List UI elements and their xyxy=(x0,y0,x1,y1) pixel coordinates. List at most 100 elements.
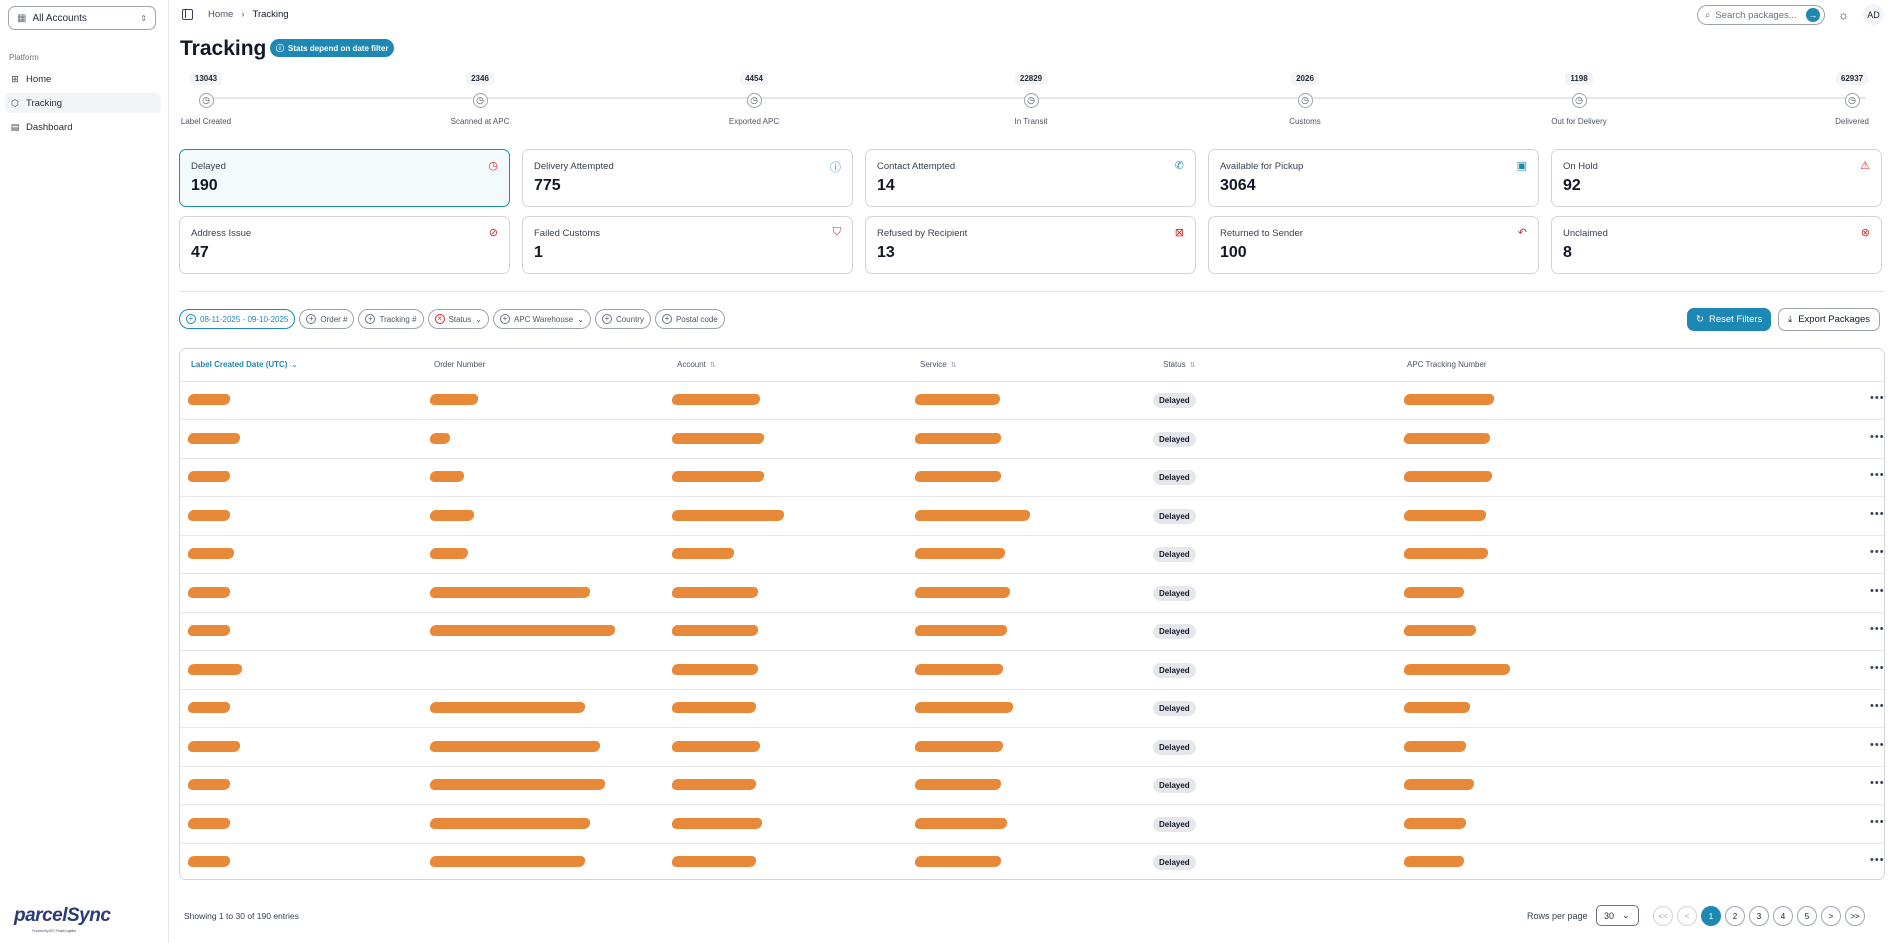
plus-circle-icon: + xyxy=(661,314,672,324)
reset-filters-button[interactable]: ↻ Reset Filters xyxy=(1687,308,1772,331)
row-actions-icon[interactable]: ••• xyxy=(1870,469,1884,481)
row-actions-icon[interactable]: ••• xyxy=(1870,431,1884,443)
table-row[interactable]: Delayed ••• xyxy=(180,459,1884,497)
account-selector[interactable]: ▦ All Accounts ⇕ xyxy=(8,6,156,30)
sidebar-section-label: Platform xyxy=(9,53,39,62)
row-actions-icon[interactable]: ••• xyxy=(1870,739,1884,751)
rows-per-page-select[interactable]: 30 ⌄ xyxy=(1596,905,1639,926)
stat-card-unclaimed[interactable]: Unclaimed 8 ⊗ xyxy=(1551,216,1882,274)
stat-card-label: Address Issue xyxy=(191,228,252,239)
arrow-right-icon[interactable]: → xyxy=(1806,8,1820,22)
timeline-step[interactable]: 1198 ◷ Out for Delivery xyxy=(1529,68,1629,126)
filter-date-range[interactable]: + 08-11-2025 - 09-10-2025 xyxy=(179,309,296,329)
filter-apc-warehouse[interactable]: + APC Warehouse ⌄ xyxy=(492,309,591,329)
column-service[interactable]: Service ⇅ xyxy=(920,360,957,369)
redacted-cell xyxy=(914,471,1002,482)
stat-card-refused-by-recipient[interactable]: Refused by Recipient 13 ⊠ xyxy=(865,216,1196,274)
stat-card-on-hold[interactable]: On Hold 92 ⚠ xyxy=(1551,149,1882,207)
stat-card-label: Returned to Sender xyxy=(1220,228,1303,239)
filter-status[interactable]: × Status ⌄ xyxy=(427,309,489,329)
filter-order-number[interactable]: + Order # xyxy=(299,309,355,329)
table-row[interactable]: Delayed ••• xyxy=(180,767,1884,805)
page-button-4[interactable]: 4 xyxy=(1773,906,1793,926)
table-row[interactable]: Delayed ••• xyxy=(180,652,1884,690)
redacted-cell xyxy=(429,548,469,559)
table-row[interactable]: Delayed ••• xyxy=(180,690,1884,728)
search-icon: ⌕ xyxy=(1705,9,1711,21)
stat-card-failed-customs[interactable]: Failed Customs 1 ⛉ xyxy=(522,216,853,274)
column-status[interactable]: Status ⇅ xyxy=(1163,360,1196,369)
search-input[interactable]: ⌕ Search packages... → xyxy=(1697,5,1825,25)
column-label-created-date[interactable]: Label Created Date (UTC) ⌄ xyxy=(191,360,297,369)
table-row[interactable]: Delayed ••• xyxy=(180,806,1884,844)
next-page-button[interactable]: > xyxy=(1821,906,1841,926)
page-button-2[interactable]: 2 xyxy=(1725,906,1745,926)
stat-card-delayed[interactable]: Delayed 190 ◷ xyxy=(179,149,510,207)
first-page-button[interactable]: << xyxy=(1653,906,1673,926)
filter-postal-code[interactable]: + Postal code xyxy=(654,309,725,329)
avatar[interactable]: AD xyxy=(1863,4,1884,25)
timeline-label: Label Created xyxy=(180,117,232,126)
status-badge: Delayed xyxy=(1153,662,1196,678)
timeline-step[interactable]: 4454 ◷ Exported APC xyxy=(704,68,804,126)
timeline-step[interactable]: 22829 ◷ In Transit xyxy=(981,68,1081,126)
stat-card-contact-attempted[interactable]: Contact Attempted 14 ✆ xyxy=(865,149,1196,207)
chevron-down-icon: ⌄ xyxy=(475,314,482,324)
table-row[interactable]: Delayed ••• xyxy=(180,575,1884,613)
x-circle-icon: ⊗ xyxy=(1860,227,1870,239)
row-actions-icon[interactable]: ••• xyxy=(1870,546,1884,558)
sun-icon[interactable]: ☼ xyxy=(1838,8,1849,22)
stat-card-value: 8 xyxy=(1563,244,1572,261)
export-packages-button[interactable]: ⤓ Export Packages xyxy=(1778,308,1881,331)
table-row[interactable]: Delayed ••• xyxy=(180,613,1884,651)
filter-tracking-number[interactable]: + Tracking # xyxy=(358,309,424,329)
sidebar-item-home[interactable]: ⊞ Home xyxy=(5,69,161,89)
table-row[interactable]: Delayed ••• xyxy=(180,729,1884,767)
stat-card-value: 14 xyxy=(877,177,895,194)
breadcrumb-home[interactable]: Home xyxy=(208,9,233,20)
page-button-5[interactable]: 5 xyxy=(1797,906,1817,926)
column-title: Status xyxy=(1163,360,1186,369)
breadcrumb: Home › Tracking xyxy=(208,9,289,20)
timeline-step[interactable]: 2026 ◷ Customs xyxy=(1255,68,1355,126)
timeline-step[interactable]: 62937 ◷ Delivered xyxy=(1802,68,1894,126)
sidebar-item-dashboard[interactable]: ▤ Dashboard xyxy=(5,117,161,137)
last-page-button[interactable]: >> xyxy=(1845,906,1865,926)
page-button-1[interactable]: 1 xyxy=(1701,906,1721,926)
row-actions-icon[interactable]: ••• xyxy=(1870,392,1884,404)
table-row[interactable]: Delayed ••• xyxy=(180,536,1884,574)
stat-card-address-issue[interactable]: Address Issue 47 ⊘ xyxy=(179,216,510,274)
row-actions-icon[interactable]: ••• xyxy=(1870,508,1884,520)
row-actions-icon[interactable]: ••• xyxy=(1870,662,1884,674)
row-actions-icon[interactable]: ••• xyxy=(1870,585,1884,597)
page-button-3[interactable]: 3 xyxy=(1749,906,1769,926)
timeline-step[interactable]: 13043 ◷ Label Created xyxy=(156,68,256,126)
stat-card-returned-to-sender[interactable]: Returned to Sender 100 ↶ xyxy=(1208,216,1539,274)
sidebar-item-label: Dashboard xyxy=(26,121,73,133)
sidebar-toggle-icon[interactable] xyxy=(182,9,193,20)
redacted-cell xyxy=(187,817,231,829)
clock-icon: ◷ xyxy=(1297,93,1313,108)
timeline-step[interactable]: 2346 ◷ Scanned at APC xyxy=(430,68,530,126)
redacted-cell xyxy=(914,817,1008,829)
redacted-cell xyxy=(671,432,765,444)
sidebar-item-tracking[interactable]: ⬡ Tracking xyxy=(5,93,161,113)
column-apc-tracking-number: APC Tracking Number xyxy=(1407,360,1487,369)
row-actions-icon[interactable]: ••• xyxy=(1870,777,1884,789)
stat-card-available-for-pickup[interactable]: Available for Pickup 3064 ▣ xyxy=(1208,149,1539,207)
row-actions-icon[interactable]: ••• xyxy=(1870,700,1884,712)
table-row[interactable]: Delayed ••• xyxy=(180,421,1884,459)
filter-country[interactable]: + Country xyxy=(594,309,651,329)
stat-card-label: Delayed xyxy=(191,161,226,172)
redacted-cell xyxy=(914,856,1002,867)
row-actions-icon[interactable]: ••• xyxy=(1870,816,1884,828)
row-actions-icon[interactable]: ••• xyxy=(1870,854,1884,866)
stat-card-delivery-attempted[interactable]: Delivery Attempted 775 ⓘ xyxy=(522,149,853,207)
table-row[interactable]: Delayed ••• xyxy=(180,382,1884,420)
table-row[interactable]: Delayed ••• xyxy=(180,844,1884,879)
table-row[interactable]: Delayed ••• xyxy=(180,498,1884,536)
prev-page-button[interactable]: < xyxy=(1677,906,1697,926)
column-account[interactable]: Account ⇅ xyxy=(677,360,716,369)
row-actions-icon[interactable]: ••• xyxy=(1870,623,1884,635)
x-circle-icon: × xyxy=(434,314,445,324)
